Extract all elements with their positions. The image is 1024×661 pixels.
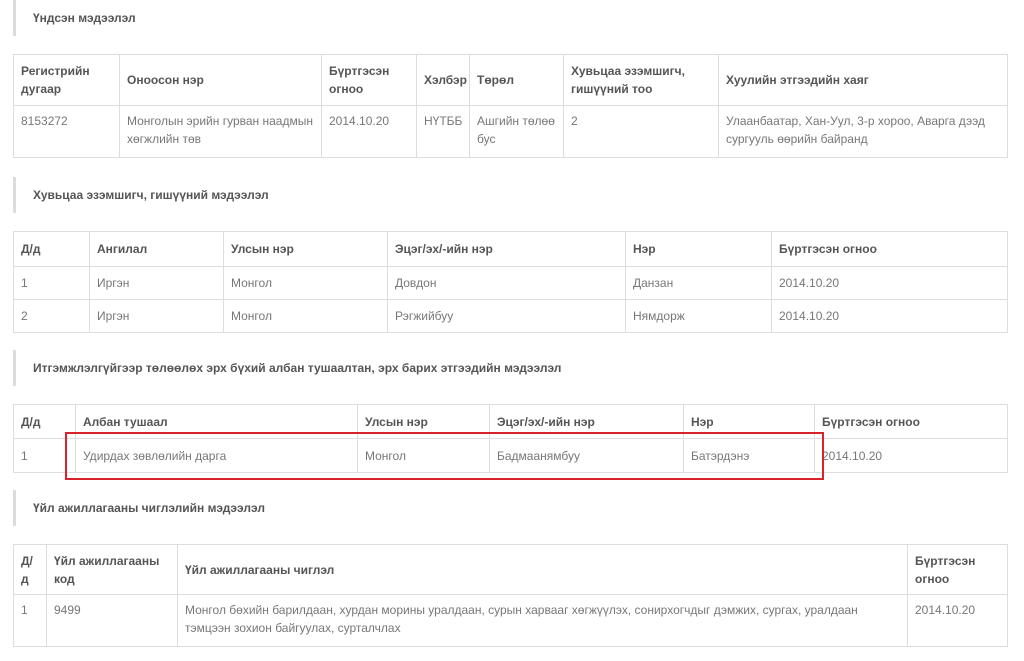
cell-name: Монголын эрийн гурван наадмын хөгжлийн т… [119, 105, 322, 158]
cell-position: Удирдах зөвлөлийн дарга [75, 438, 358, 473]
col-header-activity-direction: Үйл ажиллагааны чиглэл [177, 544, 908, 595]
cell-member-count: 2 [563, 105, 719, 158]
cell-type: Ашгийн төлөө бус [469, 105, 564, 158]
section-title-activities: Үйл ажиллагааны чиглэлийн мэдээлэл [13, 490, 1007, 526]
col-header-country: Улсын нэр [357, 404, 490, 439]
cell-first-name: Нямдорж [625, 299, 772, 333]
cell-country: Монгол [223, 299, 388, 333]
shareholders-table: Д/д Ангилал Улсын нэр Эцэг/эх/-ийн нэр Н… [13, 231, 1008, 333]
cell-address: Улаанбаатар, Хан-Уул, 3-р хороо, Аварга … [718, 105, 1008, 158]
col-header-name: Оноосон нэр [119, 54, 322, 106]
col-header-registered-date: Бүртгэсэн огноо [814, 404, 1008, 439]
cell-index: 1 [13, 266, 90, 300]
cell-activity-direction: Монгол бөхийн барилдаан, хурдан морины у… [177, 594, 908, 647]
cell-parent-name: Бадмаанямбуу [489, 438, 684, 473]
col-header-address: Хуулийн этгээдийн хаяг [718, 54, 1008, 106]
col-header-index: Д/д [13, 544, 47, 595]
section-title-shareholders: Хувьцаа эзэмшигч, гишүүний мэдээлэл [13, 177, 1007, 213]
col-header-first-name: Нэр [683, 404, 815, 439]
col-header-member-count: Хувьцаа эзэмшигч, гишүүний тоо [563, 54, 719, 106]
cell-category: Иргэн [89, 299, 224, 333]
col-header-type: Төрөл [469, 54, 564, 106]
cell-parent-name: Рэгжийбуу [387, 299, 626, 333]
table-row: 1 Удирдах зөвлөлийн дарга Монгол Бадмаан… [13, 438, 1008, 473]
cell-index: 2 [13, 299, 90, 333]
officials-table: Д/д Албан тушаал Улсын нэр Эцэг/эх/-ийн … [13, 404, 1008, 473]
cell-registered-date: 2014.10.20 [907, 594, 1008, 647]
col-header-register-number: Регистрийн дугаар [13, 54, 120, 106]
cell-country: Монгол [223, 266, 388, 300]
cell-activity-code: 9499 [46, 594, 178, 647]
col-header-form: Хэлбэр [416, 54, 470, 106]
col-header-registered-date: Бүртгэсэн огноо [907, 544, 1008, 595]
cell-register-number: 8153272 [13, 105, 120, 158]
table-row: 1 Иргэн Монгол Довдон Данзан 2014.10.20 [13, 266, 1008, 300]
table-row: 2 Иргэн Монгол Рэгжийбуу Нямдорж 2014.10… [13, 299, 1008, 333]
cell-registered-date: 2014.10.20 [321, 105, 417, 158]
cell-first-name: Данзан [625, 266, 772, 300]
col-header-registered-date: Бүртгэсэн огноо [321, 54, 417, 106]
cell-country: Монгол [357, 438, 490, 473]
cell-registered-date: 2014.10.20 [771, 266, 1008, 300]
table-header-row: Д/д Ангилал Улсын нэр Эцэг/эх/-ийн нэр Н… [13, 231, 1008, 267]
col-header-parent-name: Эцэг/эх/-ийн нэр [489, 404, 684, 439]
col-header-index: Д/д [13, 231, 90, 267]
activities-table: Д/д Үйл ажиллагааны код Үйл ажиллагааны … [13, 544, 1008, 647]
col-header-first-name: Нэр [625, 231, 772, 267]
col-header-country: Улсын нэр [223, 231, 388, 267]
cell-form: НҮТББ [416, 105, 470, 158]
table-header-row: Д/д Үйл ажиллагааны код Үйл ажиллагааны … [13, 544, 1008, 595]
table-header-row: Регистрийн дугаар Оноосон нэр Бүртгэсэн … [13, 54, 1008, 106]
cell-parent-name: Довдон [387, 266, 626, 300]
col-header-registered-date: Бүртгэсэн огноо [771, 231, 1008, 267]
section-title-officials: Итгэмжлэлгүйгээр төлөөлөх эрх бүхий алба… [13, 350, 1007, 386]
basic-info-table: Регистрийн дугаар Оноосон нэр Бүртгэсэн … [13, 54, 1008, 158]
col-header-category: Ангилал [89, 231, 224, 267]
cell-category: Иргэн [89, 266, 224, 300]
cell-index: 1 [13, 438, 76, 473]
col-header-parent-name: Эцэг/эх/-ийн нэр [387, 231, 626, 267]
cell-registered-date: 2014.10.20 [814, 438, 1008, 473]
table-row: 8153272 Монголын эрийн гурван наадмын хө… [13, 105, 1008, 158]
cell-registered-date: 2014.10.20 [771, 299, 1008, 333]
section-title-basic-info: Үндсэн мэдээлэл [13, 0, 1007, 36]
cell-index: 1 [13, 594, 47, 647]
table-header-row: Д/д Албан тушаал Улсын нэр Эцэг/эх/-ийн … [13, 404, 1008, 439]
col-header-index: Д/д [13, 404, 76, 439]
col-header-activity-code: Үйл ажиллагааны код [46, 544, 178, 595]
cell-first-name: Батэрдэнэ [683, 438, 815, 473]
table-row: 1 9499 Монгол бөхийн барилдаан, хурдан м… [13, 594, 1008, 647]
col-header-position: Албан тушаал [75, 404, 358, 439]
